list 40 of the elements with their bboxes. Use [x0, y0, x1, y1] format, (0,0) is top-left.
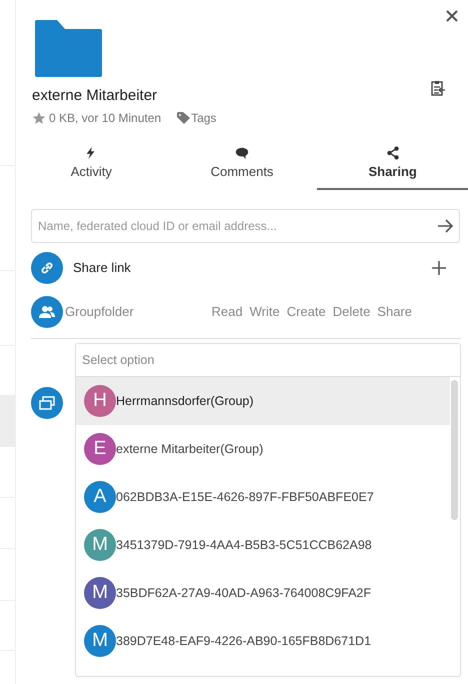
file-meta: 0 KB, vor 10 Minuten [49, 110, 162, 126]
close-icon[interactable] [444, 8, 460, 24]
permission-label: Delete [332, 302, 370, 321]
avatar: M [84, 529, 116, 561]
permission-label: Share [377, 302, 412, 321]
groupfolder-label: Groupfolder [65, 302, 134, 321]
scrollbar[interactable] [451, 380, 458, 520]
group-icon [31, 296, 63, 328]
permission-label: Create [286, 302, 326, 321]
avatar: M [84, 625, 116, 657]
windows-icon [31, 386, 63, 418]
tab[interactable]: Sharing [317, 146, 468, 190]
star-icon[interactable] [32, 111, 46, 125]
option-item[interactable]: M 3451379D-7919-4AA4-B5B3-5C51CCB62A98 [76, 521, 450, 569]
share-icon [386, 146, 400, 160]
link-icon [31, 252, 63, 284]
avatar: E [84, 433, 116, 465]
avatar: A [84, 481, 116, 513]
option-item[interactable]: H Herrmannsdorfer(Group) [76, 377, 450, 425]
speech-bubble-icon [235, 146, 249, 160]
file-name: externe Mitarbeiter [32, 87, 158, 105]
select-option-field[interactable]: Select option [76, 344, 460, 377]
tab[interactable]: Comments [166, 146, 318, 190]
option-item[interactable]: A 062BDB3A-E15E-4626-897F-FBF50ABFE0E7 [76, 473, 450, 521]
share-link-label: Share link [73, 258, 131, 277]
option-item[interactable]: E externe Mitarbeiter(Group) [76, 425, 450, 473]
tab[interactable]: Activity [16, 146, 167, 190]
permission-label: Write [250, 302, 280, 321]
option-item[interactable]: M 35BDF62A-27A9-40AD-A963-764008C9FA2F [76, 569, 450, 617]
avatar: H [84, 385, 116, 417]
avatar: M [84, 577, 116, 609]
tags-link[interactable]: Tags [177, 110, 216, 126]
share-search-field[interactable]: Name, federated cloud ID or email address... [31, 208, 460, 242]
arrow-icon[interactable] [437, 218, 453, 232]
option-item[interactable]: M 389D7E48-EAF9-4226-AB90-165FB8D671D1 [76, 617, 450, 665]
tag-icon [177, 112, 192, 124]
folder-icon [35, 20, 102, 77]
permission-label: Read [212, 302, 243, 321]
clipboard-icon[interactable] [430, 80, 446, 96]
add-icon[interactable] [432, 260, 446, 274]
